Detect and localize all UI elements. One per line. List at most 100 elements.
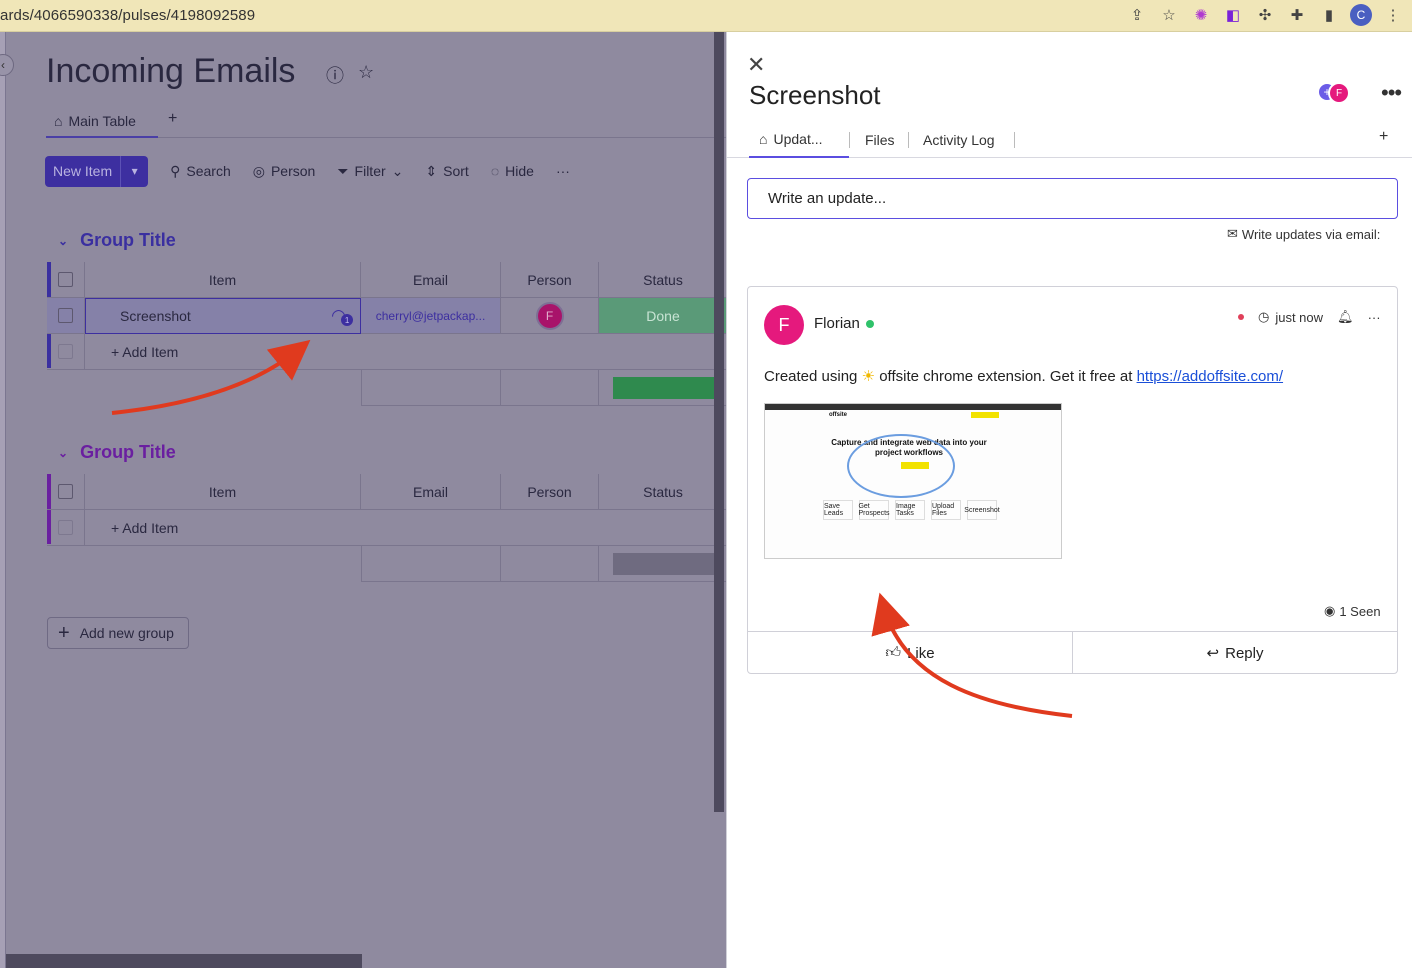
post-link[interactable]: https://addoffsite.com/ [1137, 368, 1283, 385]
update-count-badge: 1 [341, 314, 354, 326]
sidebar-toggle-icon[interactable]: ▮ [1318, 4, 1340, 26]
address-bar[interactable]: ards/4066590338/pulses/4198092589 [0, 7, 255, 24]
item-name-cell[interactable]: Screenshot ◠ 1 [85, 298, 361, 334]
select-all-checkbox[interactable] [47, 262, 85, 298]
thumb-feature: Save Leads [823, 500, 853, 520]
like-button[interactable]: 👍︎ Like [748, 632, 1072, 674]
extensions-puzzle-icon[interactable]: ✚ [1286, 4, 1308, 26]
tab-updates[interactable]: ⌂ Updat... [749, 122, 849, 158]
group-title[interactable]: Group Title [80, 442, 176, 463]
search-icon: ⚲ [170, 162, 181, 179]
email-cell[interactable]: cherryl@jetpackap... [361, 298, 501, 334]
person-icon: ◎ [252, 162, 265, 179]
mail-icon: ✉ [1227, 226, 1238, 241]
add-group-label: Add new group [79, 625, 174, 641]
tab-activity-log[interactable]: Activity Log [923, 122, 995, 158]
row-checkbox[interactable] [47, 298, 85, 334]
avatar[interactable]: F [764, 305, 804, 345]
chevron-down-icon[interactable]: ⌄ [58, 446, 68, 460]
share-icon[interactable]: ⇪ [1126, 4, 1148, 26]
screenshot-thumbnail[interactable]: offsite Capture and integrate web data i… [764, 403, 1062, 559]
summary-row [361, 546, 726, 582]
new-item-button[interactable]: New Item [45, 155, 121, 187]
close-icon[interactable]: ✕ [747, 52, 765, 78]
extension-badge-icon[interactable]: ✺ [1190, 4, 1212, 26]
group-header[interactable]: ⌄ Group Title [58, 442, 176, 463]
search-label: Search [186, 163, 231, 179]
avatar: F [1328, 82, 1350, 104]
reply-button[interactable]: ↩ Reply [1072, 632, 1397, 674]
email-updates-link[interactable]: ✉ Write updates via email: [1227, 226, 1380, 242]
select-all-checkbox[interactable] [47, 474, 85, 510]
table-row[interactable]: Screenshot ◠ 1 cherryl@jetpackap... F Don… [47, 298, 726, 334]
bell-icon[interactable]: 🔔︎ [1337, 309, 1354, 325]
thumb-browser-bar [765, 404, 1061, 410]
thumb-annotation-circle [847, 434, 955, 498]
post-body: Created using ☀ offsite chrome extension… [764, 367, 1283, 385]
item-detail-panel: ✕ Screenshot + F ••• ⌂ Updat... Files Ac… [726, 32, 1412, 968]
board-area: ‹ Incoming Emails ⓘ ☆ ⌂ Main Table + New… [0, 32, 726, 968]
person-filter-button[interactable]: ◎ Person [253, 163, 316, 180]
sort-button[interactable]: ⇕ Sort [425, 163, 468, 180]
group-title[interactable]: Group Title [80, 230, 176, 251]
add-new-group-button[interactable]: + Add new group [47, 617, 189, 649]
add-item-row[interactable]: + Add Item [47, 334, 726, 370]
add-tab-button[interactable]: + [1379, 128, 1388, 146]
person-summary [501, 546, 599, 582]
item-title[interactable]: Screenshot [749, 80, 881, 111]
add-item-input[interactable]: + Add Item [85, 510, 726, 546]
post-actions: 👍︎ Like ↩ Reply [748, 631, 1397, 674]
thumb-feature: Screenshot [964, 500, 1000, 520]
profile-avatar[interactable]: C [1350, 4, 1372, 26]
tab-files[interactable]: Files [865, 122, 895, 158]
write-update-input[interactable]: Write an update... [747, 178, 1398, 219]
status-badge[interactable]: Done [599, 298, 726, 334]
bookmark-star-icon[interactable]: ☆ [1158, 4, 1180, 26]
status-summary-bar [613, 376, 723, 399]
summary-row [361, 370, 726, 406]
person-cell[interactable]: F [501, 298, 599, 334]
like-label: Like [907, 644, 935, 662]
browser-url-bar: ards/4066590338/pulses/4198092589 ⇪ ☆ ✺ … [0, 0, 1412, 32]
new-item-dropdown-icon[interactable]: ▾ [120, 155, 149, 187]
add-item-row[interactable]: + Add Item [47, 510, 726, 546]
collapse-sidebar-icon[interactable]: ‹ [0, 54, 14, 76]
chevron-down-icon[interactable]: ⌄ [58, 234, 68, 248]
row-checkbox [47, 510, 85, 546]
post-more-icon[interactable]: ··· [1368, 310, 1381, 325]
filter-button[interactable]: ⏷ Filter ⌄ [337, 163, 403, 180]
hide-button[interactable]: ◌ Hide [491, 163, 534, 179]
unread-dot [1238, 314, 1244, 320]
extension-pinwheel-icon[interactable]: ✣ [1254, 4, 1276, 26]
group-header[interactable]: ⌄ Group Title [58, 230, 176, 251]
subscribers[interactable]: + F [1319, 82, 1351, 104]
home-icon: ⌂ [54, 113, 63, 129]
more-options-button[interactable]: ··· [556, 163, 570, 179]
thumb-feature: Image Tasks [895, 500, 925, 520]
thumb-cta [971, 412, 999, 418]
add-view-button[interactable]: + [168, 110, 177, 128]
eye-hidden-icon: ◌ [490, 163, 500, 179]
search-button[interactable]: ⚲ Search [170, 163, 231, 180]
vertical-scrollbar[interactable] [714, 32, 724, 812]
status-summary-bar [613, 552, 723, 575]
horizontal-scrollbar[interactable] [6, 954, 362, 968]
item-name[interactable]: Screenshot [120, 308, 191, 324]
panel-tabs: ⌂ Updat... Files Activity Log + [727, 122, 1412, 158]
more-options-icon[interactable]: ••• [1381, 80, 1402, 106]
online-status-dot [865, 319, 874, 328]
info-icon[interactable]: ⓘ [326, 62, 344, 88]
board-title-icons: ⓘ ☆ [326, 62, 374, 88]
board-title[interactable]: Incoming Emails [46, 52, 295, 91]
tab-main-table[interactable]: ⌂ Main Table [46, 106, 158, 138]
post-author[interactable]: Florian [814, 315, 874, 332]
update-bubble-icon[interactable]: ◠ 1 [331, 306, 354, 326]
extension-app-icon[interactable]: ◧ [1222, 4, 1244, 26]
browser-menu-icon[interactable]: ⋮ [1382, 4, 1404, 26]
seen-indicator[interactable]: ◉ 1 Seen [1324, 603, 1381, 619]
status-summary [599, 370, 726, 406]
table-header-row: Item Email Person Status [47, 262, 726, 298]
add-item-input[interactable]: + Add Item [85, 334, 726, 370]
favorite-star-icon[interactable]: ☆ [358, 62, 374, 88]
reply-arrow-icon: ↩ [1206, 645, 1220, 662]
